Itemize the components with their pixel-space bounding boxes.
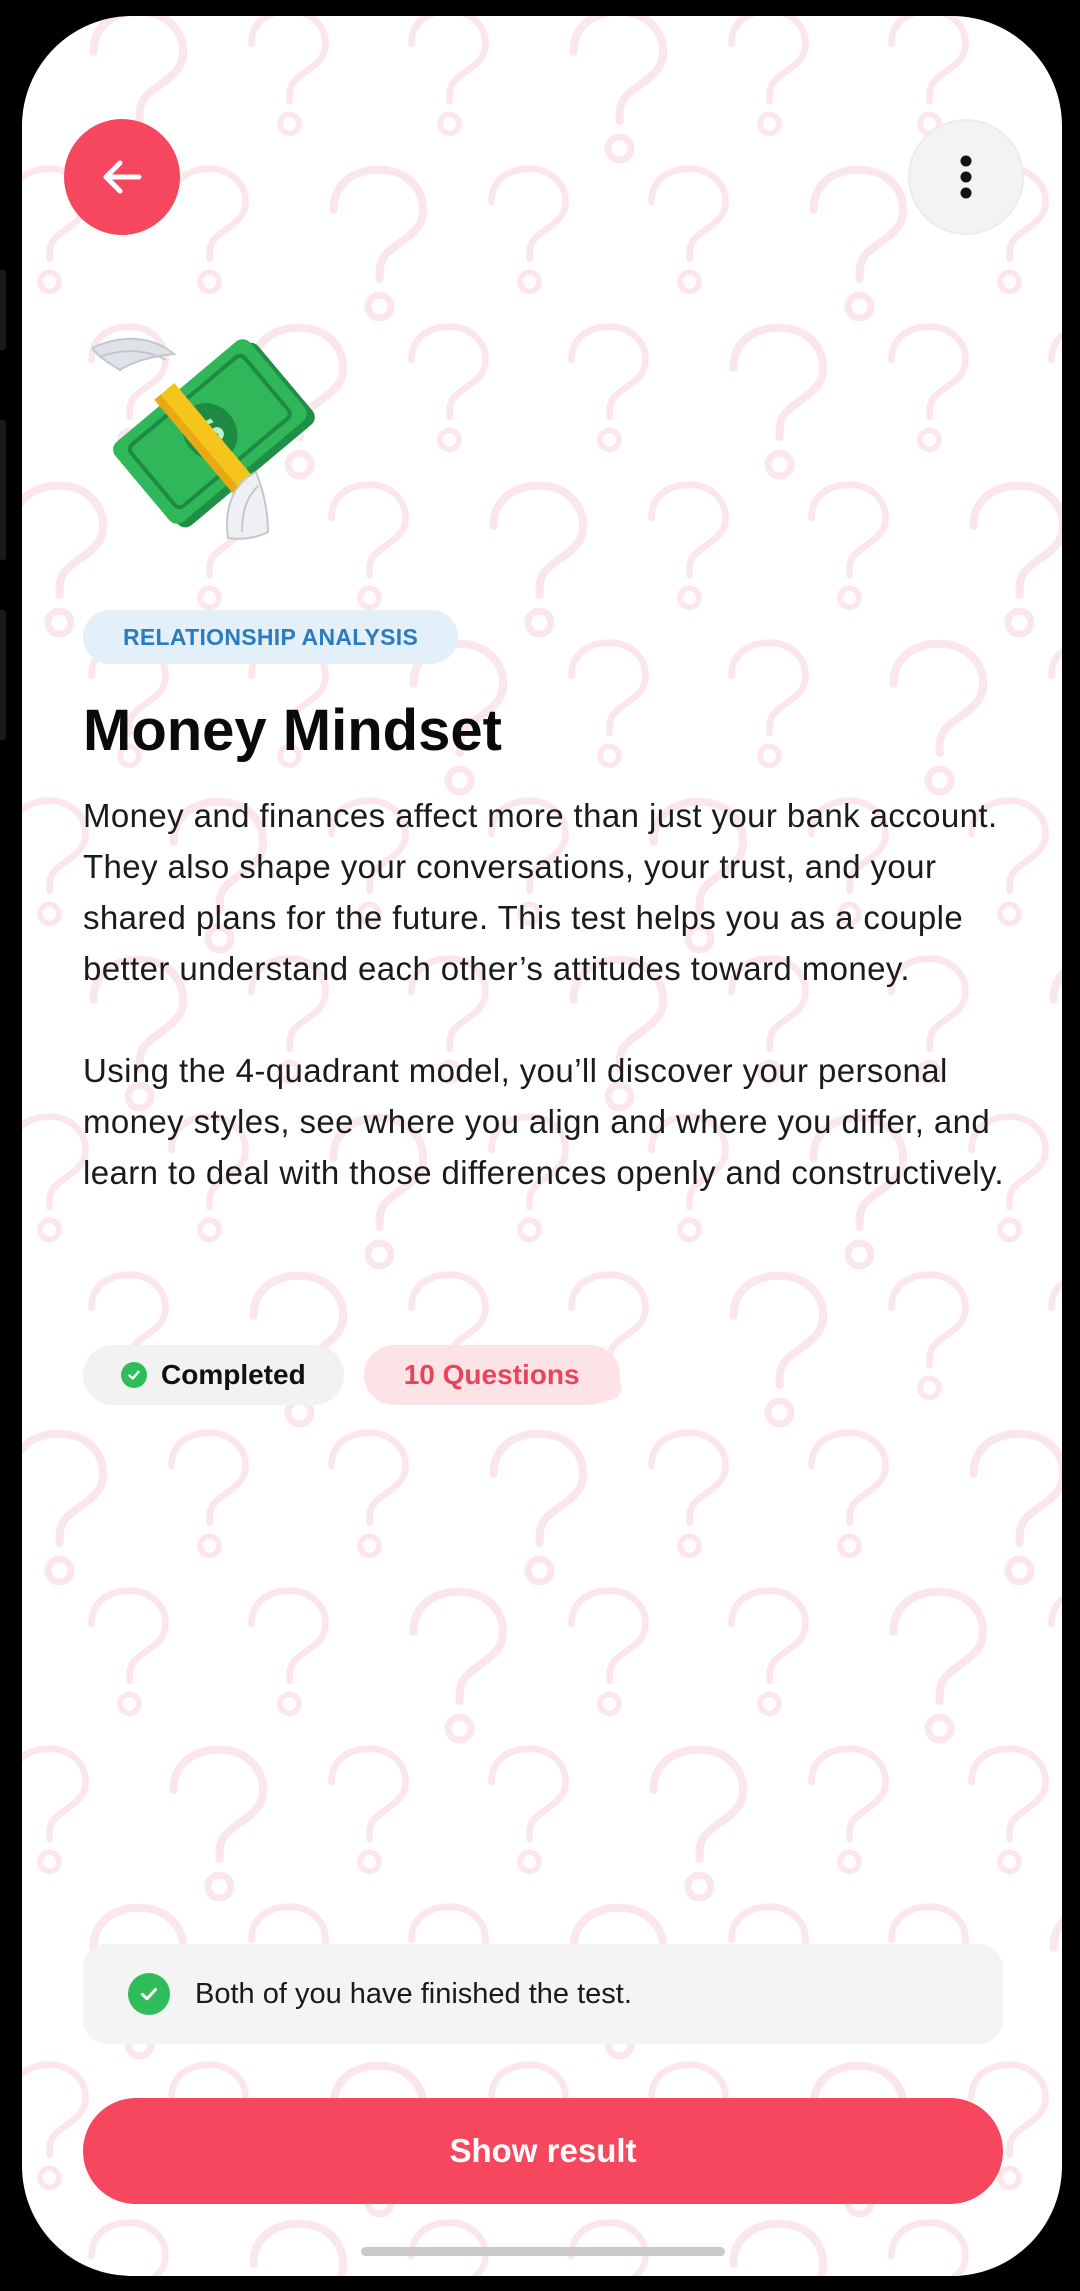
home-indicator[interactable] xyxy=(361,2247,725,2256)
check-circle-icon xyxy=(128,1973,170,2015)
app-screen: $ RELATIONSHIP ANALYSIS Money Mindset Mo… xyxy=(22,16,1062,2276)
test-description: Money and finances affect more than just… xyxy=(83,790,1023,1198)
side-button xyxy=(0,420,6,560)
completion-notice: Both of you have finished the test. xyxy=(83,1944,1003,2044)
side-button xyxy=(0,610,6,740)
money-with-wings-icon: $ xyxy=(92,337,315,540)
more-options-button[interactable] xyxy=(908,119,1024,235)
more-vertical-icon xyxy=(960,155,972,199)
description-paragraph: Using the 4-quadrant model, you’ll disco… xyxy=(83,1052,1005,1191)
back-button[interactable] xyxy=(64,119,180,235)
side-button xyxy=(0,270,6,350)
question-count-badge: 10 Questions xyxy=(363,1345,620,1405)
notice-text: Both of you have finished the test. xyxy=(195,1977,632,2010)
completed-badge: Completed xyxy=(83,1345,344,1405)
description-paragraph: Money and finances affect more than just… xyxy=(83,797,998,987)
test-detail-page: $ RELATIONSHIP ANALYSIS Money Mindset Mo… xyxy=(22,16,1062,2276)
arrow-left-icon xyxy=(103,160,142,194)
category-badge: RELATIONSHIP ANALYSIS xyxy=(83,610,459,664)
show-result-button[interactable]: Show result xyxy=(83,2098,1003,2204)
status-chips: Completed 10 Questions xyxy=(83,1345,620,1405)
completed-label: Completed xyxy=(161,1359,306,1390)
test-title: Money Mindset xyxy=(83,698,502,763)
check-circle-icon xyxy=(121,1362,147,1388)
phone-frame: $ RELATIONSHIP ANALYSIS Money Mindset Mo… xyxy=(0,0,1080,2291)
